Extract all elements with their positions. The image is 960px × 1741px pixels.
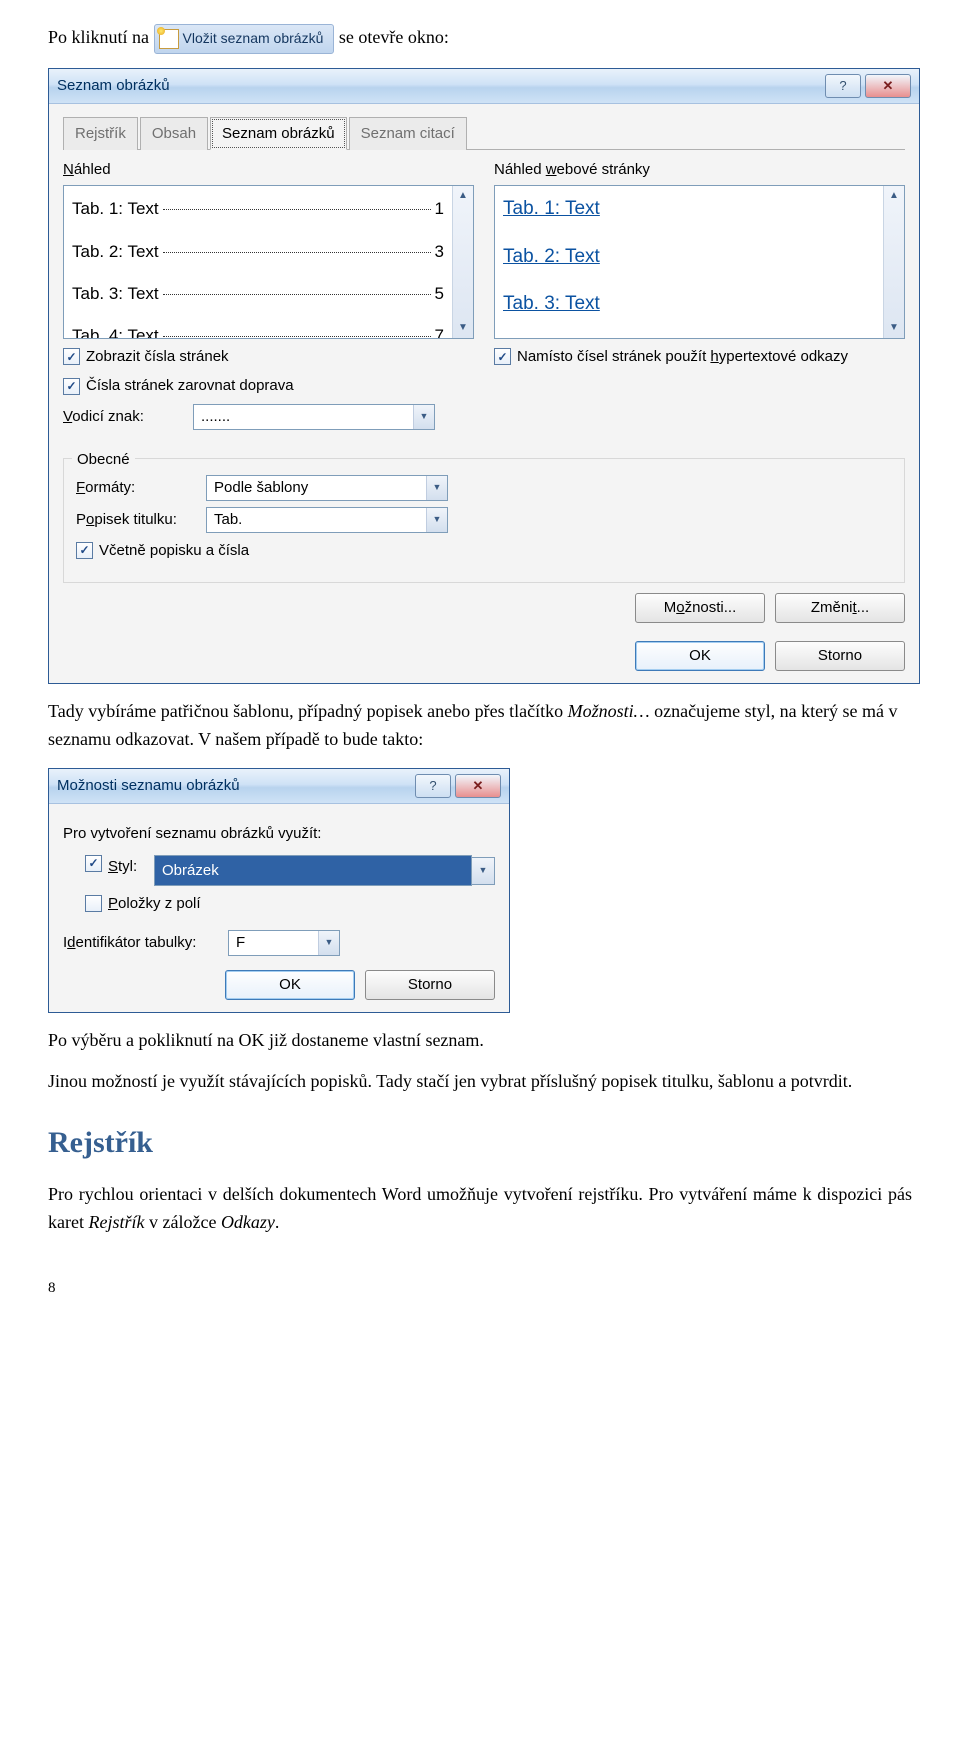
help-button[interactable]: ?	[415, 774, 451, 798]
options-button[interactable]: Možnosti...	[635, 593, 765, 623]
modify-button[interactable]: Změnit...	[775, 593, 905, 623]
paragraph-4: Jinou možností je využít stávajících pop…	[48, 1068, 912, 1096]
page-number: 8	[48, 1277, 912, 1300]
scroll-up-icon[interactable]: ▲	[453, 186, 473, 206]
scroll-up-icon[interactable]: ▲	[884, 186, 904, 206]
help-button[interactable]: ?	[825, 74, 861, 98]
paragraph-3: Po výběru a pokliknutí na OK již dostane…	[48, 1027, 912, 1055]
table-of-figures-dialog: Seznam obrázků ? ✕ Rejstřík Obsah Seznam…	[48, 68, 920, 684]
cancel-button[interactable]: Storno	[365, 970, 495, 1000]
dialog-title: Seznam obrázků	[57, 74, 821, 97]
ok-button[interactable]: OK	[225, 970, 355, 1000]
preview-web-label: Náhled webové stránky	[494, 158, 905, 181]
preview-row: Tab. 4: Text7	[72, 323, 444, 338]
paragraph-5: Pro rychlou orientaci v delších dokument…	[48, 1181, 912, 1237]
tab-citations[interactable]: Seznam citací	[349, 117, 467, 150]
scrollbar[interactable]: ▲▼	[452, 186, 473, 338]
dropdown-arrow-icon[interactable]: ▼	[472, 857, 495, 885]
preview-row: Tab. 3: Text5	[72, 281, 444, 307]
tab-toc[interactable]: Obsah	[140, 117, 208, 150]
tof-options-dialog: Možnosti seznamu obrázků ? ✕ Pro vytvoře…	[48, 768, 510, 1013]
formats-label: Formáty:	[76, 476, 206, 499]
ok-button[interactable]: OK	[635, 641, 765, 671]
caption-label-select[interactable]: Tab.▼	[206, 507, 448, 533]
checkbox-show-page-numbers[interactable]: ✓Zobrazit čísla stránek	[63, 345, 474, 368]
preview-link: Tab. 3: Text	[503, 289, 875, 318]
scrollbar[interactable]: ▲▼	[883, 186, 904, 338]
preview-row: Tab. 1: Text1	[72, 196, 444, 222]
intro-paragraph: Po kliknutí na Vložit seznam obrázků se …	[48, 24, 912, 54]
scroll-down-icon[interactable]: ▼	[453, 318, 473, 338]
table-id-select[interactable]: F▼	[228, 930, 340, 956]
checkbox-use-hyperlinks[interactable]: ✓Namísto čísel stránek použít hypertexto…	[494, 345, 905, 368]
general-group-label: Obecné	[72, 448, 135, 471]
checkbox-fields[interactable]: Položky z polí	[85, 892, 495, 915]
paragraph-2: Tady vybíráme patřičnou šablonu, případn…	[48, 698, 912, 754]
titlebar: Seznam obrázků ? ✕	[49, 69, 919, 104]
style-select-value[interactable]: Obrázek	[154, 855, 472, 886]
caption-label-label: Popisek titulku:	[76, 508, 206, 531]
heading-rejstrik: Rejstřík	[48, 1120, 912, 1167]
leader-select[interactable]: .......▼	[193, 404, 435, 430]
preview-web: Tab. 1: Text Tab. 2: Text Tab. 3: Text ▲…	[494, 185, 905, 339]
formats-select[interactable]: Podle šablony▼	[206, 475, 448, 501]
tab-index[interactable]: Rejstřík	[63, 117, 138, 150]
insert-tof-icon	[159, 29, 179, 49]
close-button[interactable]: ✕	[455, 774, 501, 798]
dropdown-arrow-icon: ▼	[426, 476, 447, 500]
tab-strip: Rejstřík Obsah Seznam obrázků Seznam cit…	[63, 116, 905, 150]
leader-label: Vodicí znak:	[63, 405, 193, 428]
scroll-down-icon[interactable]: ▼	[884, 318, 904, 338]
checkbox-include-label-number[interactable]: ✓Včetně popisku a čísla	[76, 539, 892, 562]
checkbox-right-align[interactable]: ✓Čísla stránek zarovnat doprava	[63, 374, 474, 397]
preview-row: Tab. 2: Text3	[72, 239, 444, 265]
titlebar: Možnosti seznamu obrázků ? ✕	[49, 769, 509, 804]
preview-link: Tab. 1: Text	[503, 194, 875, 223]
dropdown-arrow-icon: ▼	[318, 931, 339, 955]
preview-print: Tab. 1: Text1 Tab. 2: Text3 Tab. 3: Text…	[63, 185, 474, 339]
close-button[interactable]: ✕	[865, 74, 911, 98]
dialog-title: Možnosti seznamu obrázků	[57, 774, 411, 797]
preview-link: Tab. 2: Text	[503, 242, 875, 271]
table-id-label: Identifikátor tabulky:	[63, 931, 228, 954]
dropdown-arrow-icon: ▼	[413, 405, 434, 429]
options-lead: Pro vytvoření seznamu obrázků využít:	[63, 822, 495, 845]
cancel-button[interactable]: Storno	[775, 641, 905, 671]
ribbon-insert-tof-button: Vložit seznam obrázků	[154, 24, 335, 54]
checkbox-style[interactable]: ✓ Styl: Obrázek ▼	[85, 855, 495, 886]
dropdown-arrow-icon: ▼	[426, 508, 447, 532]
tab-tof[interactable]: Seznam obrázků	[210, 117, 347, 150]
preview-print-label: Náhled	[63, 158, 474, 181]
